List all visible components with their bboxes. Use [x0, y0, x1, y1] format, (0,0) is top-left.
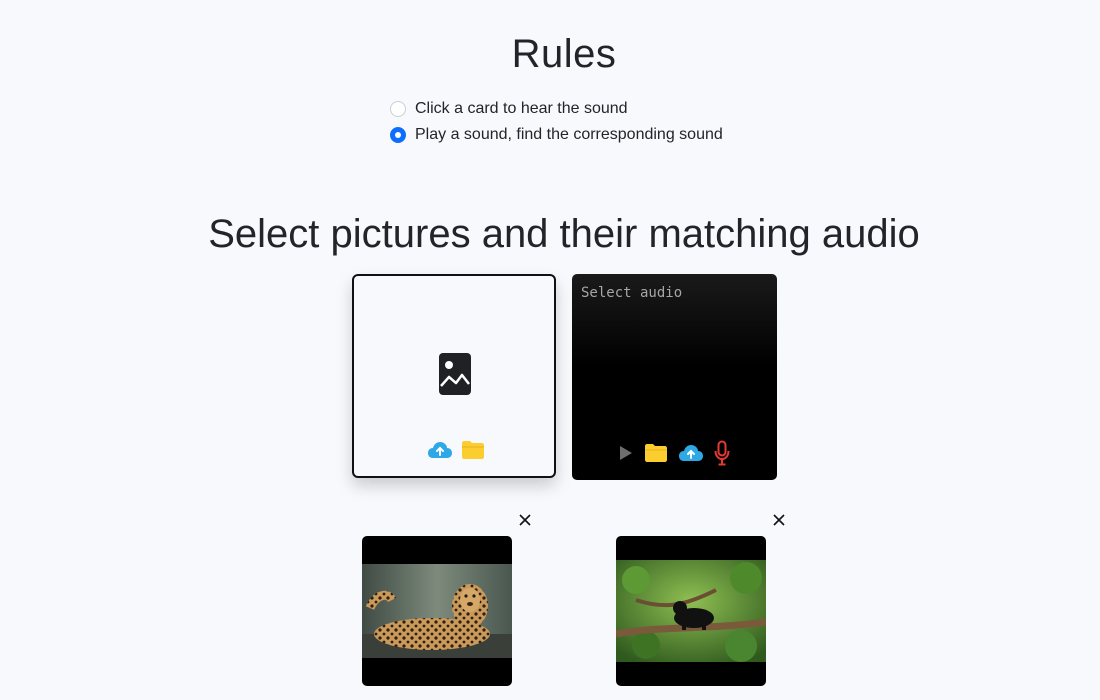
- rule-option-label: Click a card to hear the sound: [415, 100, 628, 117]
- audio-label: Select audio: [581, 285, 683, 301]
- audio-card-actions: [618, 440, 730, 466]
- image-card-actions: [427, 440, 485, 460]
- close-icon[interactable]: [518, 513, 532, 527]
- panther-image: [616, 560, 766, 662]
- microphone-icon[interactable]: [714, 440, 730, 466]
- image-select-card[interactable]: [352, 274, 556, 478]
- rules-options: Click a card to hear the sound Play a so…: [390, 96, 723, 148]
- picture-thumbnail[interactable]: [362, 536, 512, 686]
- leopard-image: [362, 564, 512, 658]
- cloud-upload-icon[interactable]: [427, 440, 453, 460]
- rule-option-play-sound[interactable]: Play a sound, find the corresponding sou…: [390, 122, 723, 148]
- radio-click-card[interactable]: [390, 101, 406, 117]
- play-icon[interactable]: [618, 444, 634, 462]
- selection-title: Select pictures and their matching audio: [208, 212, 920, 256]
- rule-option-click-card[interactable]: Click a card to hear the sound: [390, 96, 723, 122]
- radio-play-sound[interactable]: [390, 127, 406, 143]
- rules-title: Rules: [511, 32, 617, 76]
- close-icon[interactable]: [772, 513, 786, 527]
- folder-icon[interactable]: [461, 440, 485, 460]
- cloud-upload-icon[interactable]: [678, 443, 704, 463]
- folder-icon[interactable]: [644, 443, 668, 463]
- audio-select-card[interactable]: Select audio: [572, 274, 777, 480]
- image-icon: [439, 353, 471, 395]
- rule-option-label: Play a sound, find the corresponding sou…: [415, 126, 723, 143]
- picture-thumbnail[interactable]: [616, 536, 766, 686]
